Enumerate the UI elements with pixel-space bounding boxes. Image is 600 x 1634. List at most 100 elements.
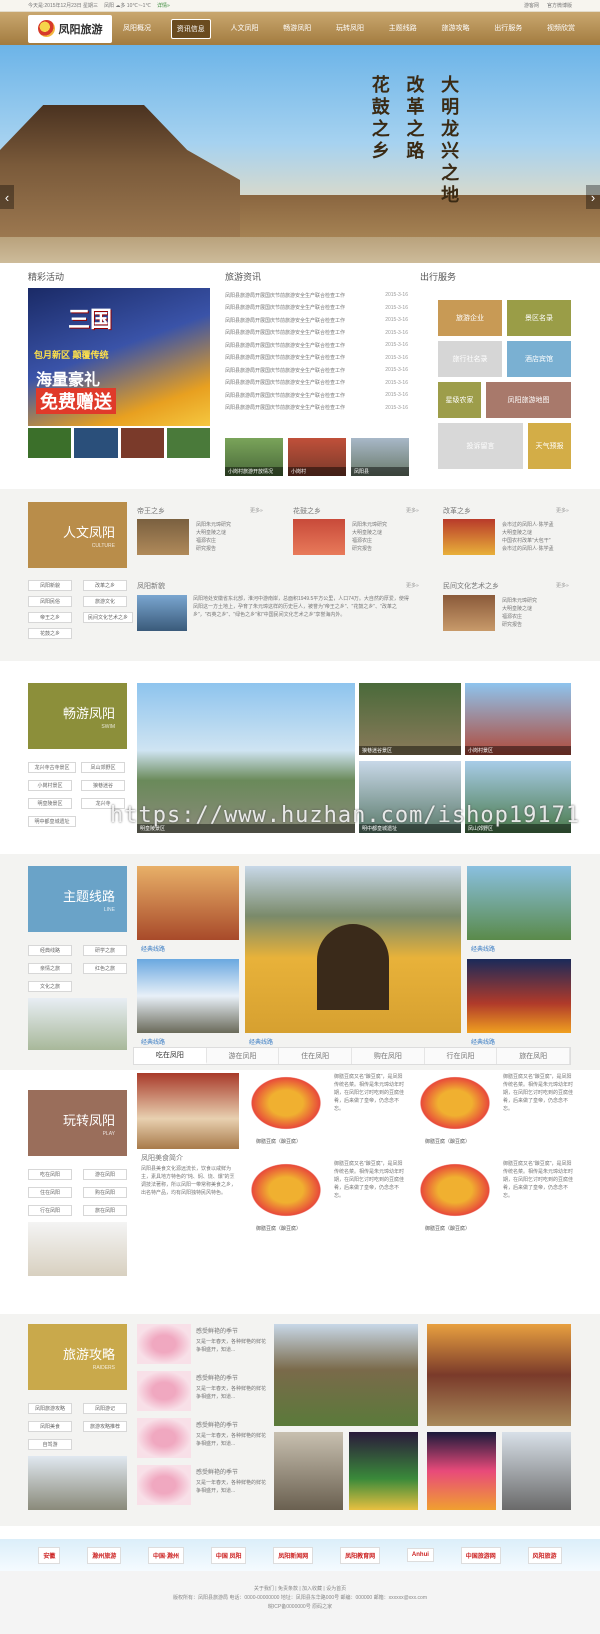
news-item[interactable]: 凤阳县旅游局开展国庆节前旅游安全生产联合检查工作 2015-3-16 — [225, 314, 408, 327]
news-item[interactable]: 凤阳县旅游局开展国庆节前旅游安全生产联合检查工作 2015-3-16 — [225, 339, 408, 352]
news-item[interactable]: 凤阳县旅游局开展国庆节前旅游安全生产联合检查工作 2015-3-16 — [225, 327, 408, 340]
service-scenic-list[interactable]: 景区名录 — [507, 300, 571, 336]
routes-sub-link[interactable]: 亲情之旅 — [28, 963, 72, 974]
site-logo[interactable]: 凤阳旅游 — [28, 14, 112, 43]
routes-caption[interactable]: 经典线路 — [471, 944, 495, 953]
routes-sub-link[interactable]: 经典线路 — [28, 945, 72, 956]
play-sub-link[interactable]: 旅在凤阳 — [83, 1205, 127, 1216]
promo-thumb[interactable] — [120, 428, 164, 458]
culture-art-title[interactable]: 民间文化艺术之乡 — [443, 581, 499, 591]
culture-sub-link[interactable]: 改革之乡 — [83, 580, 127, 591]
culture-sub-link[interactable]: 凤阳新貌 — [28, 580, 72, 591]
play-intro-image[interactable] — [137, 1073, 239, 1149]
guide-item-image[interactable] — [137, 1324, 191, 1364]
culture-tag[interactable]: 人文凤阳 CULTURE — [28, 502, 127, 568]
guide-sub-link[interactable]: 凤阳旅游攻略 — [28, 1403, 72, 1414]
guide-sub-link[interactable]: 凤阳游记 — [83, 1403, 127, 1414]
guide-sub-link[interactable]: 自驾游 — [28, 1439, 72, 1450]
news-item[interactable]: 凤阳县旅游局开展国庆节前旅游安全生产联合检查工作 2015-3-16 — [225, 352, 408, 365]
promo-thumb[interactable] — [28, 428, 72, 458]
play-dish-caption[interactable]: 御膳豆腐（酿豆腐） — [425, 1138, 470, 1145]
service-map[interactable]: 凤阳旅游地图 — [486, 382, 571, 418]
culture-card-image[interactable] — [137, 519, 189, 555]
partner-logo[interactable]: 安徽 — [38, 1546, 61, 1564]
top-link-weibo[interactable]: 官方微博版 — [547, 2, 572, 9]
play-dish-caption[interactable]: 御膳豆腐（酿豆腐） — [425, 1225, 470, 1232]
play-dish-caption[interactable]: 御膳豆腐（酿豆腐） — [256, 1138, 301, 1145]
guide-photo[interactable] — [349, 1432, 418, 1510]
culture-sub-link[interactable]: 旅游文化 — [83, 596, 127, 607]
news-thumb[interactable]: 小岗村旅游开放情况 — [225, 438, 283, 476]
tour-tag[interactable]: 畅游凤阳 SWIM — [28, 683, 127, 749]
nav-item-tour[interactable]: 畅游凤阳 — [278, 19, 316, 39]
partner-logo[interactable]: 中国旅游网 — [460, 1546, 501, 1564]
partner-logo[interactable]: 凤阳新闻网 — [273, 1546, 314, 1564]
culture-sub-link[interactable]: 帝王之乡 — [28, 612, 72, 623]
guide-item-image[interactable] — [137, 1418, 191, 1458]
promo-thumb[interactable] — [166, 428, 210, 458]
tour-sub-link[interactable]: 小岗村景区 — [28, 780, 72, 791]
culture-xm-title[interactable]: 凤阳新貌 — [137, 581, 165, 591]
news-item[interactable]: 凤阳县旅游局开展国庆节前旅游安全生产联合检查工作 2015-3-16 — [225, 364, 408, 377]
tab-tour[interactable]: 旅在凤阳 — [497, 1048, 571, 1064]
guide-item-title[interactable]: 感受鲜艳的季节 — [196, 1373, 238, 1382]
partner-logo[interactable]: 凤阳教育网 — [340, 1546, 381, 1564]
news-item[interactable]: 凤阳县旅游局开展国庆节前旅游安全生产联合检查工作 2015-3-16 — [225, 389, 408, 402]
nav-item-culture[interactable]: 人文凤阳 — [226, 19, 264, 39]
routes-image[interactable] — [137, 866, 239, 940]
footer-links[interactable]: 关于我们 | 免责条款 | 加入收藏 | 设为首页 — [0, 1585, 600, 1594]
nav-item-routes[interactable]: 主题线路 — [384, 19, 422, 39]
play-dish-photo[interactable] — [246, 1160, 326, 1220]
nav-item-overview[interactable]: 凤阳概况 — [118, 19, 156, 39]
routes-image[interactable] — [137, 959, 239, 1033]
promo-thumb[interactable] — [74, 428, 118, 458]
tour-image[interactable]: 狼巷迷谷景区 — [359, 683, 461, 755]
nav-item-play[interactable]: 玩转凤阳 — [331, 19, 369, 39]
banner-next-arrow-icon[interactable]: › — [586, 185, 600, 209]
news-item[interactable]: 凤阳县旅游局开展国庆节前旅游安全生产联合检查工作 2015-3-16 — [225, 402, 408, 415]
routes-sub-link[interactable]: 红色之旅 — [83, 963, 127, 974]
routes-image[interactable] — [467, 866, 571, 940]
play-sub-link[interactable]: 吃在凤阳 — [28, 1169, 72, 1180]
routes-image-main[interactable] — [245, 866, 461, 1033]
nav-item-service[interactable]: 出行服务 — [489, 19, 527, 39]
play-dish-photo[interactable] — [246, 1073, 326, 1133]
culture-sub-link[interactable]: 凤阳民俗 — [28, 596, 72, 607]
play-sub-link[interactable]: 购在凤阳 — [83, 1187, 127, 1198]
tour-sub-link[interactable]: 明皇陵景区 — [28, 798, 72, 809]
tab-travel[interactable]: 游在凤阳 — [207, 1048, 280, 1064]
guide-item-title[interactable]: 感受鲜艳的季节 — [196, 1467, 238, 1476]
play-intro-title[interactable]: 凤阳美食简介 — [141, 1153, 183, 1163]
routes-caption[interactable]: 经典线路 — [141, 944, 165, 953]
guide-sub-link[interactable]: 旅游攻略推荐 — [83, 1421, 127, 1432]
routes-sub-link[interactable]: 研学之旅 — [83, 945, 127, 956]
more-link[interactable]: 更多» — [556, 582, 569, 589]
tour-sub-link[interactable]: 狼巷迷谷 — [81, 780, 125, 791]
top-link-visitor[interactable]: 游客网 — [524, 2, 539, 9]
culture-xm-image[interactable] — [137, 595, 187, 631]
guide-photo[interactable] — [502, 1432, 571, 1510]
partner-logo[interactable]: Anhui — [406, 1548, 434, 1562]
partner-logo[interactable]: 中国·滁州 — [148, 1546, 185, 1564]
culture-art-image[interactable] — [443, 595, 495, 631]
routes-caption[interactable]: 经典线路 — [249, 1037, 273, 1046]
culture-card-image[interactable] — [443, 519, 495, 555]
partner-logo[interactable]: 风阳旅游 — [527, 1546, 562, 1564]
tour-sub-link[interactable]: 明中都皇城遗址 — [28, 816, 76, 827]
guide-photo[interactable] — [427, 1432, 496, 1510]
guide-photo[interactable] — [427, 1324, 571, 1426]
service-farmstay[interactable]: 星级农家 — [438, 382, 481, 418]
guide-item-image[interactable] — [137, 1371, 191, 1411]
tab-shop[interactable]: 购在凤阳 — [352, 1048, 425, 1064]
service-hotel[interactable]: 酒店宾馆 — [507, 341, 571, 377]
tab-eat[interactable]: 吃在凤阳 — [134, 1048, 207, 1064]
news-item[interactable]: 凤阳县旅游局开展国庆节前旅游安全生产联合检查工作 2015-3-16 — [225, 377, 408, 390]
tour-sub-link[interactable]: 凤山郊野区 — [81, 762, 125, 773]
guide-item-title[interactable]: 感受鲜艳的季节 — [196, 1420, 238, 1429]
nav-item-news[interactable]: 资讯信息 — [170, 18, 211, 39]
culture-card-image[interactable] — [293, 519, 345, 555]
news-thumb[interactable]: 凤阳县 — [351, 438, 409, 476]
news-item[interactable]: 凤阳县旅游局开展国庆节前旅游安全生产联合检查工作 2015-3-16 — [225, 302, 408, 315]
play-sub-link[interactable]: 住在凤阳 — [28, 1187, 72, 1198]
play-dish-photo[interactable] — [415, 1073, 495, 1133]
